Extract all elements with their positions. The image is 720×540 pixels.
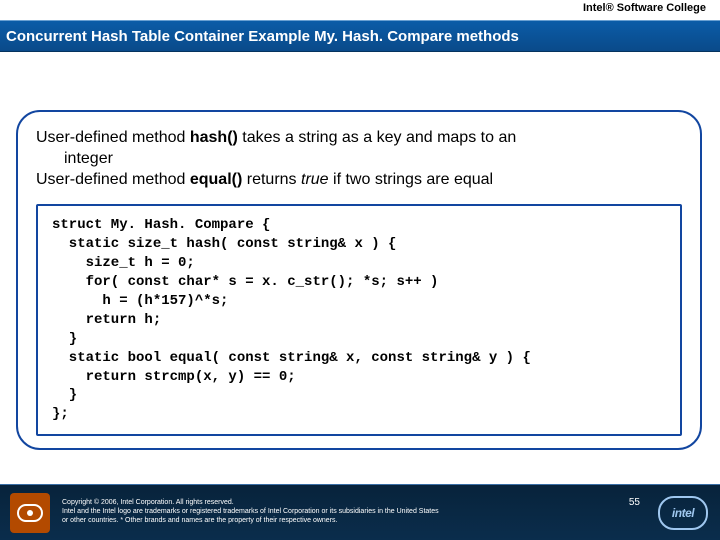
text-plain: returns [242,171,301,188]
text-plain: User-defined method [36,171,190,188]
code-block: struct My. Hash. Compare { static size_t… [36,204,682,436]
intel-logo-icon: intel [658,496,708,530]
page-number: 55 [629,491,640,508]
text-plain: takes a string as a key and maps to an [238,129,516,146]
text-plain: User-defined method [36,129,190,146]
description-text: User-defined method hash() takes a strin… [36,128,682,190]
slide-title: Concurrent Hash Table Container Example … [6,28,519,45]
title-band: Concurrent Hash Table Container Example … [0,20,720,52]
footer-bar: Copyright © 2006, Intel Corporation. All… [0,484,720,540]
text-method-equal: equal() [190,171,242,188]
desc-line-1: User-defined method hash() takes a strin… [36,128,682,149]
brand-label: Intel® Software College [583,2,706,14]
slide: Intel® Software College Concurrent Hash … [0,0,720,540]
text-method-hash: hash() [190,129,238,146]
content-frame: User-defined method hash() takes a strin… [16,110,702,450]
badge-inner-icon [17,504,43,522]
copyright-text: Copyright © 2006, Intel Corporation. All… [62,499,621,525]
text-true: true [301,171,329,188]
software-badge-icon [10,493,50,533]
desc-line-3: User-defined method equal() returns true… [36,170,682,191]
text-plain: if two strings are equal [329,171,494,188]
desc-line-2: integer [64,149,682,170]
